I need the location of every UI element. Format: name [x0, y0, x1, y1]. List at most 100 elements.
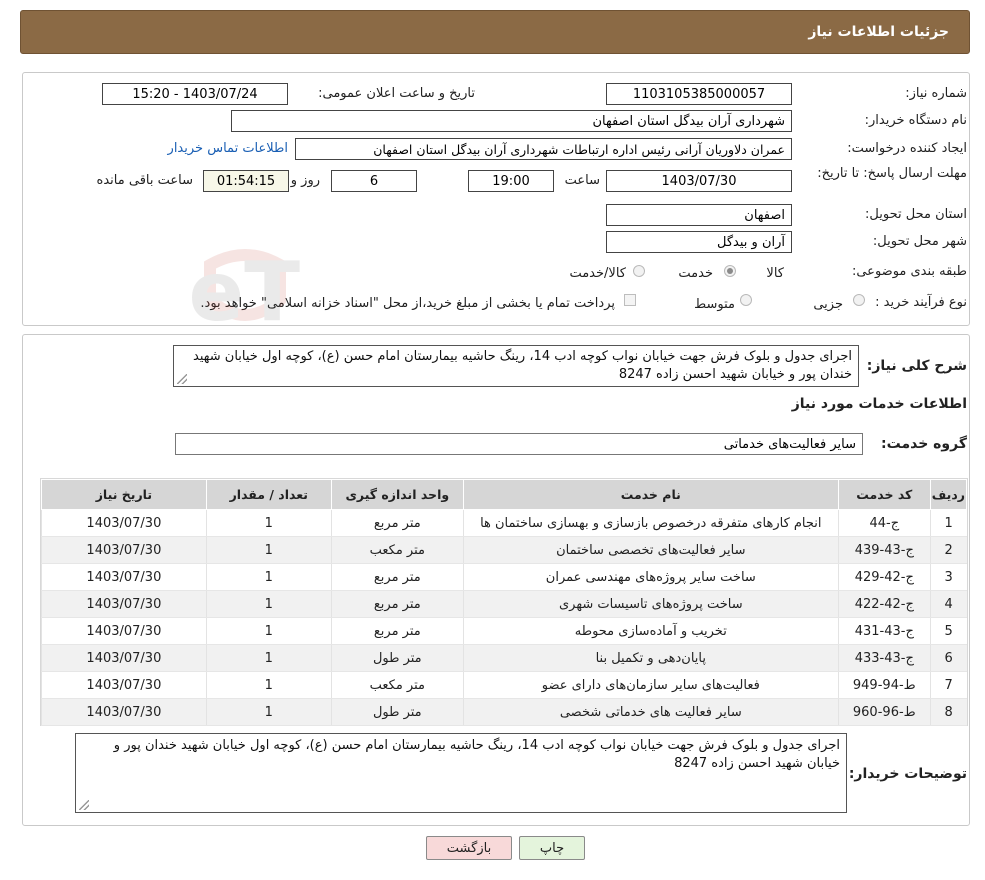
table-row: 4 ج-42-422 ساخت پروژه‌های تاسیسات شهری م…	[41, 590, 967, 618]
category-option-both-label: کالا/خدمت	[569, 266, 626, 281]
cell-service-code: ط-94-949	[837, 671, 931, 699]
table-body: 1 ج-44 انجام کارهای متفرقه درخصوص بازساز…	[41, 509, 967, 726]
city-label: شهر محل تحویل:	[872, 234, 967, 249]
cell-service-code: ط-96-960	[837, 698, 931, 726]
cell-quantity: 1	[205, 617, 332, 645]
cell-quantity: 1	[205, 563, 332, 591]
cell-need-date: 1403/07/30	[41, 536, 207, 564]
cell-need-date: 1403/07/30	[41, 698, 207, 726]
process-option-medium-radio[interactable]	[740, 294, 752, 306]
cell-need-date: 1403/07/30	[41, 590, 207, 618]
col-header-row-number: ردیف	[929, 479, 968, 510]
cell-row-number: 5	[929, 617, 967, 645]
deadline-time-label: ساعت	[564, 173, 600, 188]
cell-unit: متر مکعب	[330, 671, 464, 699]
announce-field: 1403/07/24 - 15:20	[102, 83, 288, 105]
remaining-time-field: 01:54:15	[203, 170, 289, 192]
table-row: 3 ج-42-429 ساخت سایر پروژه‌های مهندسی عم…	[41, 563, 967, 591]
cell-service-name: انجام کارهای متفرقه درخصوص بازسازی و بهس…	[462, 509, 839, 537]
cell-quantity: 1	[205, 509, 332, 537]
cell-unit: متر مکعب	[330, 536, 464, 564]
service-group-label: گروه خدمت:	[881, 436, 967, 452]
province-field: اصفهان	[606, 204, 792, 226]
city-field: آران و بیدگل	[606, 231, 792, 253]
summary-label: شرح کلی نیاز:	[866, 358, 967, 374]
treasury-payment-checkbox[interactable]	[624, 294, 636, 306]
days-label: روز و	[290, 173, 320, 188]
cell-row-number: 6	[929, 644, 967, 672]
col-header-service-code: کد خدمت	[837, 479, 931, 510]
cell-row-number: 3	[929, 563, 967, 591]
services-section-title: اطلاعات خدمات مورد نیاز	[791, 396, 967, 412]
col-header-quantity: تعداد / مقدار	[205, 479, 332, 510]
col-header-service-name: نام خدمت	[462, 479, 839, 510]
remaining-label: ساعت باقی مانده	[96, 173, 193, 188]
category-label: طبقه بندی موضوعی:	[851, 264, 967, 279]
announce-label: تاریخ و ساعت اعلان عمومی:	[318, 86, 475, 101]
table-row: 6 ج-43-433 پایان‌دهی و تکمیل بنا متر طول…	[41, 644, 967, 672]
resize-handle-icon[interactable]	[177, 374, 187, 384]
process-option-medium-label: متوسط	[694, 297, 735, 312]
cell-service-code: ج-42-429	[837, 563, 931, 591]
services-table-container: ردیف کد خدمت نام خدمت واحد اندازه گیری ت…	[40, 478, 968, 726]
cell-quantity: 1	[205, 590, 332, 618]
buyer-contact-link[interactable]: اطلاعات تماس خریدار	[168, 141, 288, 156]
deadline-label: مهلت ارسال پاسخ: تا تاریخ:	[807, 165, 967, 183]
cell-service-code: ج-44	[837, 509, 931, 537]
cell-row-number: 2	[929, 536, 967, 564]
table-row: 7 ط-94-949 فعالیت‌های سایر سازمان‌های دا…	[41, 671, 967, 699]
print-button[interactable]: چاپ	[519, 836, 585, 860]
service-group-field: سایر فعالیت‌های خدماتی	[175, 433, 863, 455]
category-option-goods-radio[interactable]	[724, 265, 736, 277]
back-button[interactable]: بازگشت	[426, 836, 512, 860]
days-field: 6	[331, 170, 417, 192]
need-number-label: شماره نیاز:	[905, 86, 967, 101]
col-header-unit: واحد اندازه گیری	[330, 479, 464, 510]
cell-service-name: ساخت پروژه‌های تاسیسات شهری	[462, 590, 839, 618]
table-row: 8 ط-96-960 سایر فعالیت های خدماتی شخصی م…	[41, 698, 967, 726]
province-label: استان محل تحویل:	[865, 207, 967, 222]
resize-handle-icon[interactable]	[79, 800, 89, 810]
category-option-service-label: خدمت	[678, 266, 713, 281]
cell-quantity: 1	[205, 671, 332, 699]
requester-field: عمران دلاوریان آرانی رئیس اداره ارتباطات…	[295, 138, 792, 160]
cell-service-code: ج-43-431	[837, 617, 931, 645]
cell-service-name: سایر فعالیت‌های تخصصی ساختمان	[462, 536, 839, 564]
cell-unit: متر مربع	[330, 617, 464, 645]
cell-row-number: 1	[929, 509, 967, 537]
services-table: ردیف کد خدمت نام خدمت واحد اندازه گیری ت…	[41, 479, 968, 726]
cell-need-date: 1403/07/30	[41, 644, 207, 672]
cell-service-name: ساخت سایر پروژه‌های مهندسی عمران	[462, 563, 839, 591]
cell-row-number: 4	[929, 590, 967, 618]
cell-service-code: ج-43-433	[837, 644, 931, 672]
buyer-notes-textarea: اجرای جدول و بلوک فرش جهت خیابان نواب کو…	[75, 733, 847, 813]
category-option-goods-label: کالا	[766, 266, 784, 281]
buyer-org-label: نام دستگاه خریدار:	[864, 113, 967, 128]
category-option-service-radio[interactable]	[633, 265, 645, 277]
process-option-minor-radio[interactable]	[853, 294, 865, 306]
summary-textarea: اجرای جدول و بلوک فرش جهت خیابان نواب کو…	[173, 345, 859, 387]
cell-unit: متر طول	[330, 644, 464, 672]
cell-unit: متر طول	[330, 698, 464, 726]
cell-unit: متر مربع	[330, 563, 464, 591]
cell-need-date: 1403/07/30	[41, 509, 207, 537]
cell-need-date: 1403/07/30	[41, 671, 207, 699]
cell-quantity: 1	[205, 644, 332, 672]
process-option-minor-label: جزیی	[813, 297, 843, 312]
page-title: جزئیات اطلاعات نیاز	[808, 24, 949, 40]
process-label: نوع فرآیند خرید :	[875, 295, 967, 310]
page-header: جزئیات اطلاعات نیاز	[20, 10, 970, 54]
cell-quantity: 1	[205, 536, 332, 564]
table-row: 2 ج-43-439 سایر فعالیت‌های تخصصی ساختمان…	[41, 536, 967, 564]
cell-need-date: 1403/07/30	[41, 563, 207, 591]
cell-service-name: پایان‌دهی و تکمیل بنا	[462, 644, 839, 672]
cell-unit: متر مربع	[330, 509, 464, 537]
cell-quantity: 1	[205, 698, 332, 726]
requester-label: ایجاد کننده درخواست:	[847, 141, 967, 156]
col-header-need-date: تاریخ نیاز	[41, 479, 207, 510]
cell-service-name: تخریب و آماده‌سازی محوطه	[462, 617, 839, 645]
table-header-row: ردیف کد خدمت نام خدمت واحد اندازه گیری ت…	[41, 479, 968, 510]
need-number-field: 1103105385000057	[606, 83, 792, 105]
deadline-time-field: 19:00	[468, 170, 554, 192]
cell-row-number: 8	[929, 698, 967, 726]
